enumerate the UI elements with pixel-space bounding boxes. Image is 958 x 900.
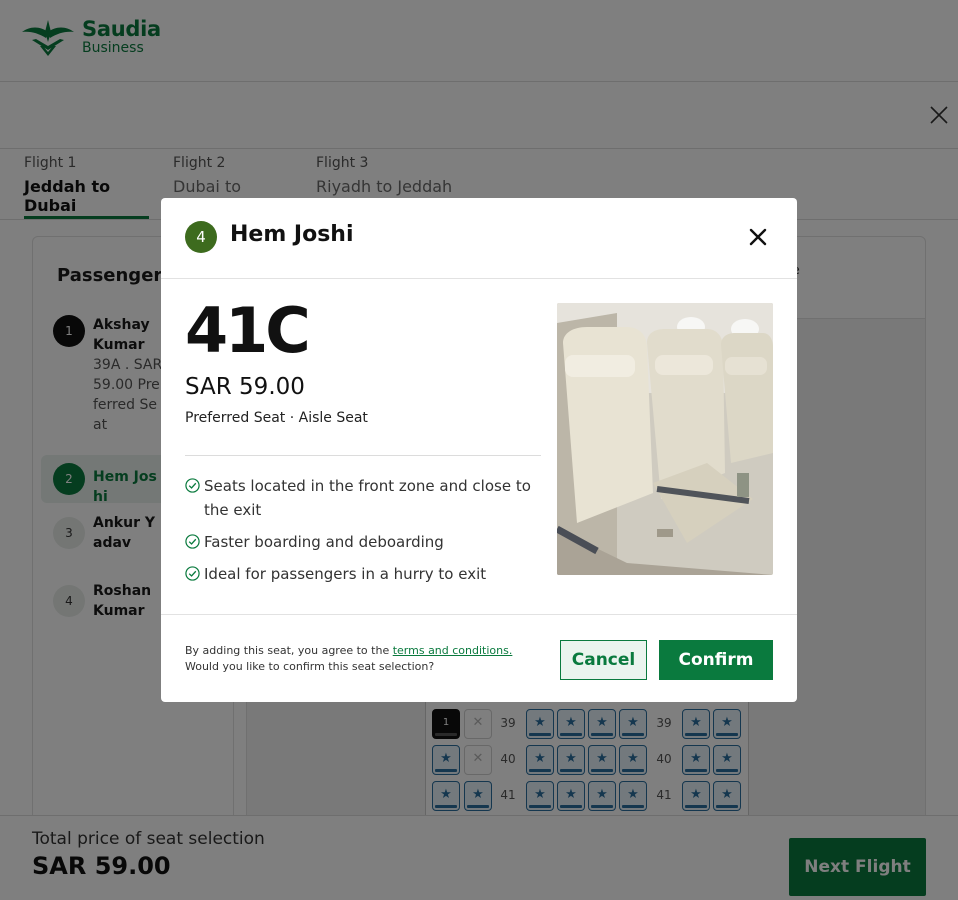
divider bbox=[185, 455, 541, 456]
confirm-button[interactable]: Confirm bbox=[659, 640, 773, 680]
close-icon[interactable] bbox=[747, 226, 769, 248]
cancel-button[interactable]: Cancel bbox=[560, 640, 647, 680]
seat-price: SAR 59.00 bbox=[185, 374, 305, 400]
passenger-name: Hem Joshi bbox=[230, 222, 354, 247]
terms-notice: By adding this seat, you agree to the te… bbox=[185, 643, 545, 675]
seat-confirm-dialog: 4 Hem Joshi 41C SAR 59.00 Preferred Seat… bbox=[161, 198, 797, 702]
seat-photo bbox=[557, 303, 773, 575]
feature-text: Ideal for passengers in a hurry to exit bbox=[204, 565, 487, 583]
check-circle-icon bbox=[185, 566, 200, 581]
dialog-header: 4 Hem Joshi bbox=[161, 198, 797, 279]
feature-item: Seats located in the front zone and clos… bbox=[185, 474, 545, 522]
check-circle-icon bbox=[185, 478, 200, 493]
feature-item: Ideal for passengers in a hurry to exit bbox=[185, 562, 545, 586]
passenger-number-badge: 4 bbox=[185, 221, 217, 253]
check-circle-icon bbox=[185, 534, 200, 549]
terms-link[interactable]: terms and conditions. bbox=[393, 644, 513, 657]
seat-type: Preferred Seat · Aisle Seat bbox=[185, 410, 368, 426]
seat-code: 41C bbox=[185, 294, 311, 367]
terms-prefix: By adding this seat, you agree to the bbox=[185, 644, 393, 657]
terms-question: Would you like to confirm this seat sele… bbox=[185, 660, 435, 673]
feature-text: Seats located in the front zone and clos… bbox=[204, 477, 531, 519]
feature-item: Faster boarding and deboarding bbox=[185, 530, 545, 554]
feature-text: Faster boarding and deboarding bbox=[204, 533, 444, 551]
seat-features: Seats located in the front zone and clos… bbox=[185, 474, 545, 594]
dialog-footer: By adding this seat, you agree to the te… bbox=[161, 614, 797, 702]
